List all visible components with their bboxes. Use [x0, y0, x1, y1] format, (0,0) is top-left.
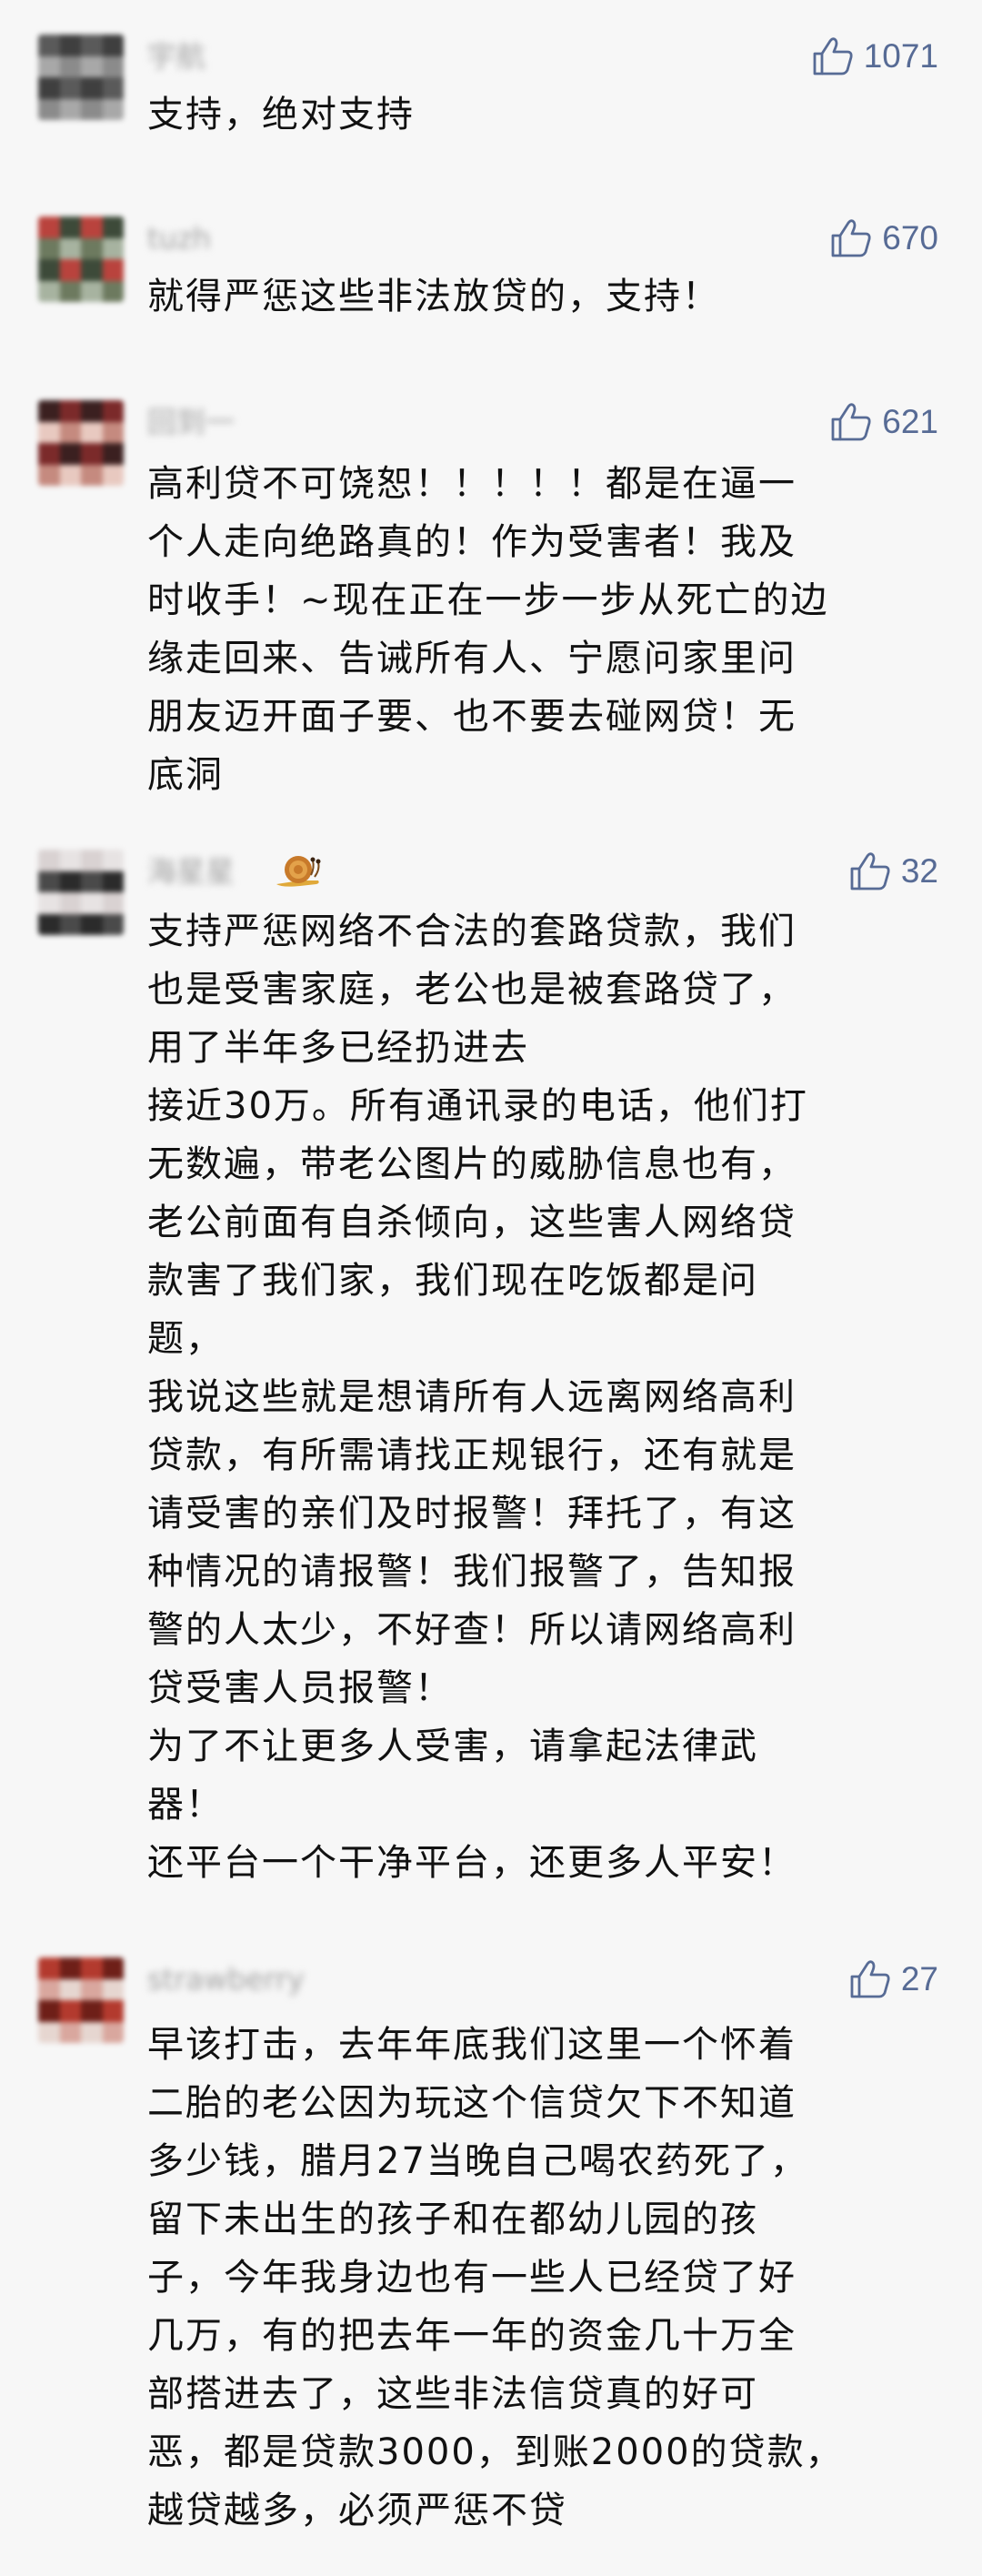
like-count: 621	[882, 403, 938, 440]
comment-line: 贷款，有所需请找正规银行，还有就是	[147, 1434, 797, 1476]
like-count: 670	[882, 219, 938, 257]
comment-line: 警的人太少，不好查！所以请网络高利	[147, 1609, 797, 1651]
comment-line: 留下未出生的孩子和在都幼儿园的孩	[147, 2199, 758, 2240]
like-button[interactable]: 621	[829, 400, 938, 444]
comment-text: 高利贷不可饶恕！！！！！都是在逼一 个人走向绝路真的！作为受害者！我及 时收手！~现…	[147, 455, 935, 804]
comment-line: 就得严惩这些非法放贷的，支持！	[147, 276, 720, 317]
comment-line: 朋友迈开面子要、也不要去碰网贷！无	[147, 696, 797, 738]
username[interactable]: strawberry	[147, 1959, 305, 1999]
comment-line: 恶，都是贷款3000，到账2000的贷款，	[147, 2431, 844, 2473]
comment-line: 无数遍，带老公图片的威胁信息也有，	[147, 1143, 797, 1185]
comment-line: 子，今年我身边也有一些人已经贷了好	[147, 2257, 797, 2299]
comment-line: 用了半年多已经扔进去	[147, 1027, 529, 1069]
comment-line: 也是受害家庭，老公也是被套路贷了，	[147, 969, 797, 1011]
like-button[interactable]: 32	[848, 850, 938, 893]
like-button[interactable]: 670	[829, 216, 938, 260]
avatar[interactable]	[38, 400, 124, 486]
username[interactable]: 回到一	[147, 402, 235, 442]
comment-line: 为了不让更多人受害，请拿起法律武	[147, 1726, 758, 1767]
comment-line: 还平台一个干净平台，还更多人平安！	[147, 1842, 797, 1884]
username[interactable]: 宇航	[147, 36, 205, 76]
comment-line: 二胎的老公因为玩这个信贷欠下不知道	[147, 2082, 797, 2124]
thumbs-up-icon	[829, 401, 873, 443]
like-button[interactable]: 27	[848, 1957, 938, 2001]
comment-line: 底洞	[147, 754, 224, 796]
avatar[interactable]	[38, 850, 124, 935]
comment-line: 接近30万。所有通讯录的电话，他们打	[147, 1085, 808, 1127]
like-count: 32	[900, 852, 938, 890]
comment-line: 款害了我们家，我们现在吃饭都是问	[147, 1260, 758, 1302]
comment-line: 越贷越多，必须严惩不贷	[147, 2490, 567, 2531]
comment-line: 老公前面有自杀倾向，这些害人网络贷	[147, 1202, 797, 1243]
comment-line: 支持严惩网络不合法的套路贷款，我们	[147, 911, 797, 952]
like-button[interactable]: 1071	[811, 35, 938, 78]
comment-line: 时收手！~现在正在一步一步从死亡的边	[147, 579, 829, 621]
comment-line: 题，	[147, 1318, 224, 1360]
comment-line: 几万，有的把去年一年的资金几十万全	[147, 2315, 797, 2357]
comment-line: 缘走回来、告诫所有人、宁愿问家里问	[147, 638, 797, 679]
avatar[interactable]	[38, 35, 124, 120]
thumbs-up-icon	[829, 217, 873, 259]
comment-line: 支持，绝对支持	[147, 94, 415, 136]
username[interactable]: tuzh	[147, 218, 211, 258]
comment-line: 请受害的亲们及时报警！拜托了，有这	[147, 1493, 797, 1535]
like-count: 1071	[863, 37, 938, 75]
comment-line: 高利贷不可饶恕！！！！！都是在逼一	[147, 463, 797, 505]
comment-line: 部搭进去了，这些非法信贷真的好可	[147, 2373, 758, 2415]
thumbs-up-icon	[811, 35, 855, 77]
avatar[interactable]	[38, 216, 124, 302]
avatar[interactable]	[38, 1957, 124, 2043]
thumbs-up-icon	[848, 1958, 892, 2000]
comment-line: 个人走向绝路真的！作为受害者！我及	[147, 521, 797, 563]
comment-line: 器！	[147, 1784, 224, 1826]
comment-line: 种情况的请报警！我们报警了，告知报	[147, 1551, 797, 1593]
comment-text: 早该打击，去年年底我们这里一个怀着 二胎的老公因为玩这个信贷欠下不知道 多少钱，腊月…	[147, 2016, 935, 2540]
snail-icon	[273, 848, 324, 891]
comment-line: 多少钱，腊月27当晚自己喝农药死了，	[147, 2140, 808, 2182]
comment-line: 贷受害人员报警！	[147, 1667, 453, 1709]
comment-text: 支持严惩网络不合法的套路贷款，我们 也是受害家庭，老公也是被套路贷了， 用了半年多已…	[147, 902, 935, 1892]
comment-line: 我说这些就是想请所有人远离网络高利	[147, 1376, 797, 1418]
username[interactable]: 海星星	[147, 851, 235, 891]
comment-text: 就得严惩这些非法放贷的，支持！	[147, 267, 935, 326]
comment-text: 支持，绝对支持	[147, 86, 935, 144]
like-count: 27	[900, 1960, 938, 1997]
thumbs-up-icon	[848, 850, 892, 892]
comment-line: 早该打击，去年年底我们这里一个怀着	[147, 2024, 797, 2066]
